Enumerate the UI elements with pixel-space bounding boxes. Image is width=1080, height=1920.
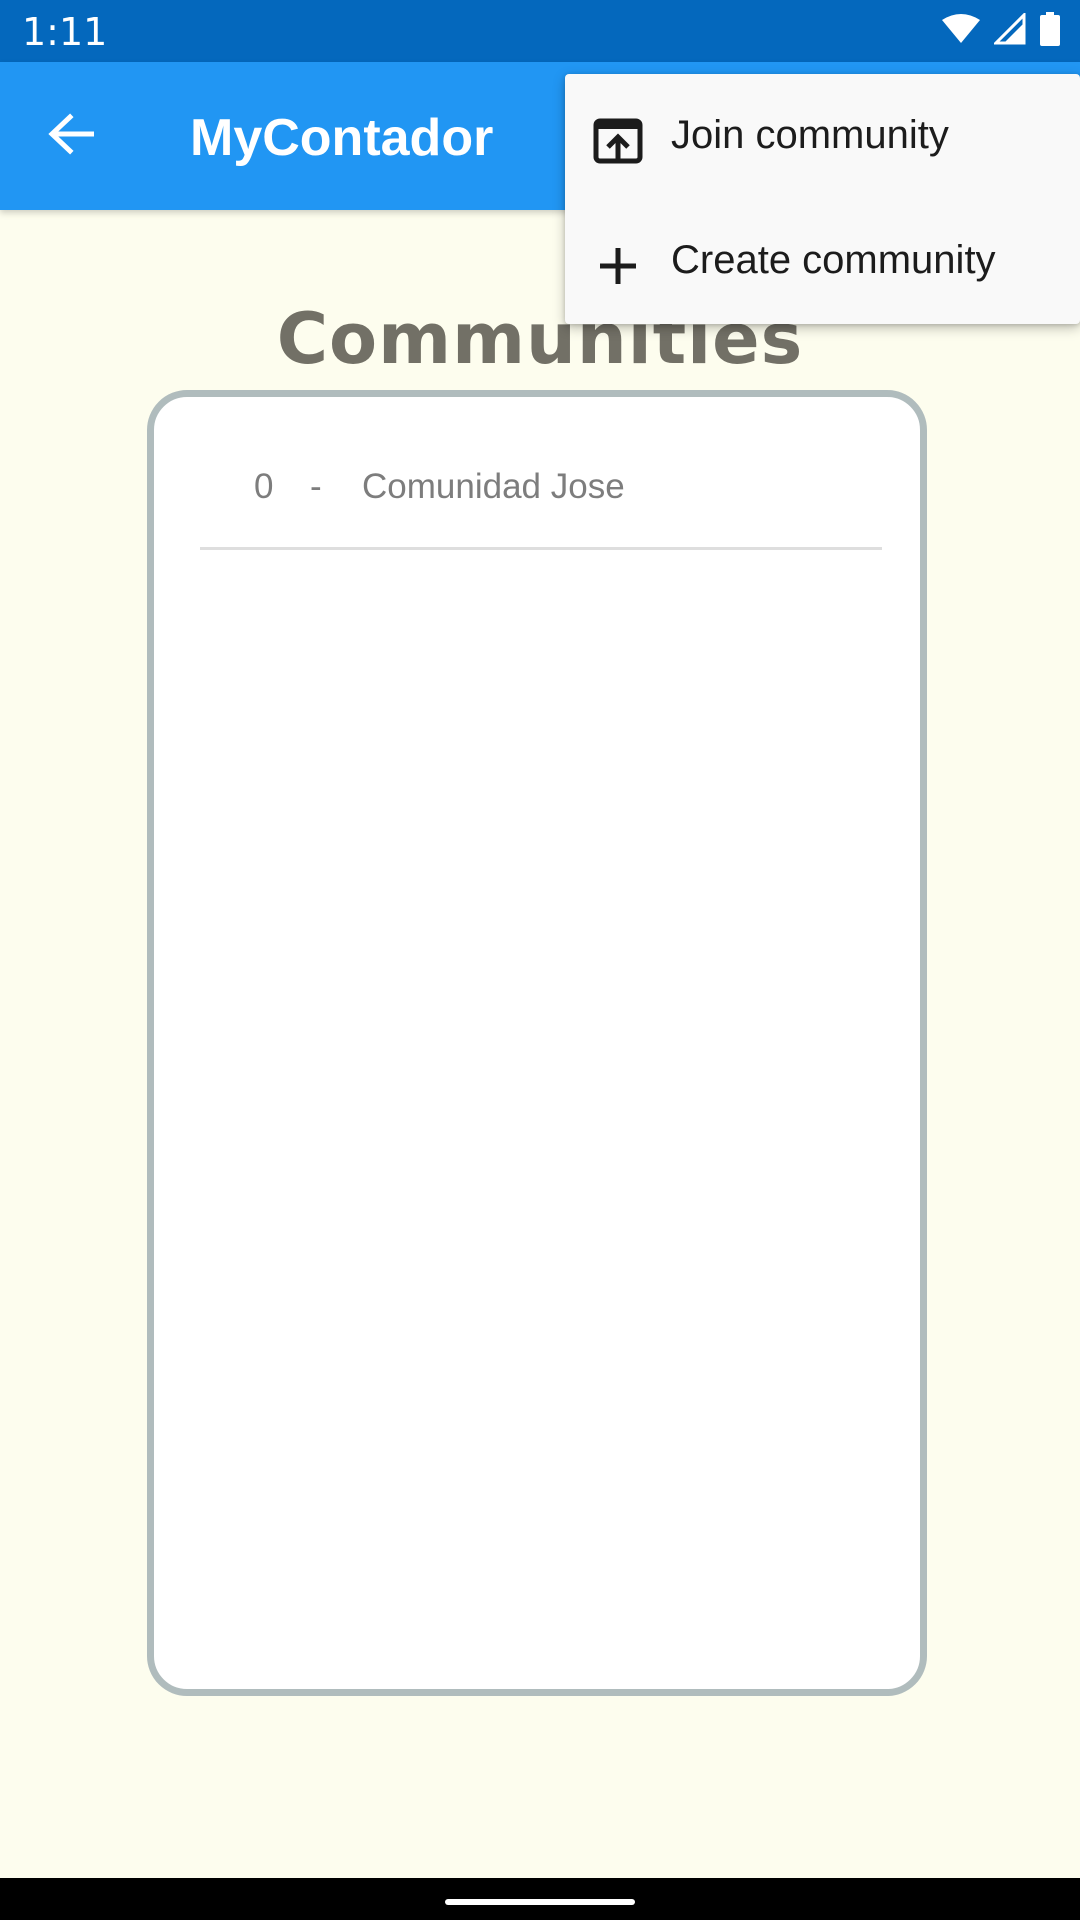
navigation-bar: [0, 1878, 1080, 1920]
status-bar: 1:11: [0, 0, 1080, 62]
community-separator: -: [310, 467, 322, 506]
list-item[interactable]: 0 - Comunidad Jose: [200, 467, 882, 550]
open-in-browser-icon: [591, 114, 645, 168]
status-icons: [942, 10, 1060, 51]
communities-list: 0 - Comunidad Jose: [147, 390, 927, 1696]
overflow-menu: Join community Create community: [565, 74, 1080, 324]
app-title: MyContador: [190, 109, 494, 167]
join-community-label: Join community: [671, 113, 949, 157]
screen: 1:11 MyContador Communities 0 - Comunida…: [0, 0, 1080, 1920]
wifi-icon: [942, 13, 980, 49]
battery-icon: [1040, 11, 1060, 51]
arrow-back-icon: [48, 112, 95, 160]
status-time: 1:11: [22, 10, 108, 54]
back-button[interactable]: [38, 103, 104, 169]
community-name: Comunidad Jose: [362, 467, 625, 506]
plus-icon: [591, 239, 645, 293]
menu-item-join-community[interactable]: Join community: [565, 74, 1080, 199]
home-indicator[interactable]: [445, 1899, 635, 1905]
create-community-label: Create community: [671, 238, 996, 282]
community-number: 0: [254, 467, 274, 506]
cell-signal-icon: [992, 10, 1026, 50]
menu-item-create-community[interactable]: Create community: [565, 199, 1080, 324]
